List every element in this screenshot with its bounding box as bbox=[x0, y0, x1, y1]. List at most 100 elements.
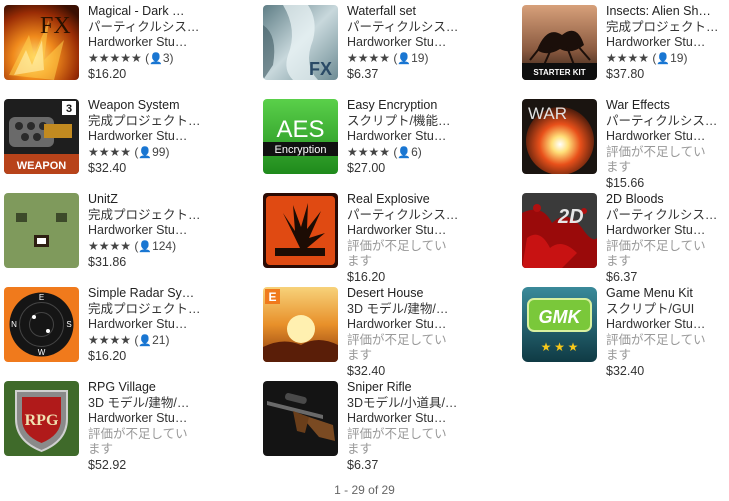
asset-item[interactable]: AES Encryption Easy Encryption スクリプト/機能…… bbox=[263, 98, 473, 179]
asset-title[interactable]: UnitZ bbox=[88, 192, 213, 208]
asset-item[interactable]: GMK ★ ★ ★ Game Menu Kit スクリプト/GUI Hardwork… bbox=[522, 286, 729, 378]
asset-publisher[interactable]: Hardworker Stu… bbox=[88, 223, 213, 239]
asset-title[interactable]: War Effects bbox=[606, 98, 729, 114]
asset-title[interactable]: Real Explosive bbox=[347, 192, 472, 208]
asset-publisher[interactable]: Hardworker Stu… bbox=[347, 129, 472, 145]
asset-title[interactable]: Weapon System bbox=[88, 98, 213, 114]
asset-item[interactable]: 2D 2D Bloods パーティクルシス… Hardworker Stu… 評… bbox=[522, 192, 729, 284]
asset-price: $6.37 bbox=[606, 269, 638, 284]
asset-publisher[interactable]: Hardworker Stu… bbox=[347, 317, 472, 333]
desert-sun-icon[interactable]: E bbox=[263, 287, 338, 362]
svg-text:N: N bbox=[11, 320, 17, 329]
asset-publisher[interactable]: Hardworker Stu… bbox=[347, 411, 472, 427]
svg-text:★: ★ bbox=[568, 340, 579, 354]
waterfall-icon[interactable]: FX bbox=[263, 5, 338, 80]
no-rating-text: 評価が不足しています bbox=[606, 238, 706, 269]
asset-title[interactable]: Insects: Alien Sh… bbox=[606, 4, 729, 20]
rating-count: 21 bbox=[152, 332, 166, 347]
gmk-menu-icon[interactable]: GMK ★ ★ ★ bbox=[522, 287, 597, 362]
aes-encryption-icon[interactable]: AES Encryption bbox=[263, 99, 338, 174]
asset-publisher[interactable]: Hardworker Stu… bbox=[88, 317, 213, 333]
explosion-war-icon[interactable]: WAR bbox=[522, 99, 597, 174]
asset-category[interactable]: パーティクルシス… bbox=[88, 20, 213, 36]
asset-category[interactable]: 完成プロジェクト… bbox=[606, 20, 729, 36]
rating-count: 19 bbox=[670, 50, 684, 65]
fire-fx-icon[interactable]: FX bbox=[4, 5, 79, 80]
asset-item[interactable]: UnitZ 完成プロジェクト… Hardworker Stu… ★★★★ (👤1… bbox=[4, 192, 214, 273]
asset-item[interactable]: Real Explosive パーティクルシス… Hardworker Stu…… bbox=[263, 192, 473, 284]
asset-publisher[interactable]: Hardworker Stu… bbox=[347, 35, 472, 51]
asset-price: $6.37 bbox=[347, 457, 379, 472]
asset-item[interactable]: E Desert House 3D モデル/建物/… Hardworker St… bbox=[263, 286, 473, 378]
blood-2d-icon[interactable]: 2D bbox=[522, 193, 597, 268]
user-icon: 👤 bbox=[149, 52, 163, 65]
asset-category[interactable]: 3D モデル/建物/… bbox=[347, 302, 472, 318]
asset-item[interactable]: WAR War Effects パーティクルシス… Hardworker Stu… bbox=[522, 98, 729, 190]
asset-item[interactable]: FX Magical - Dark … パーティクルシス… Hardworker… bbox=[4, 4, 214, 85]
asset-rating: ★★★★ (👤19) bbox=[606, 50, 688, 65]
asset-price: $32.40 bbox=[606, 363, 645, 378]
asset-title[interactable]: Waterfall set bbox=[347, 4, 472, 20]
rating-stars: ★★★★★ bbox=[88, 50, 142, 65]
asset-item[interactable]: RPG RPG Village 3D モデル/建物/… Hardworker S… bbox=[4, 380, 214, 472]
asset-title[interactable]: Desert House bbox=[347, 286, 472, 302]
asset-category[interactable]: パーティクルシス… bbox=[606, 208, 729, 224]
asset-publisher[interactable]: Hardworker Stu… bbox=[606, 223, 729, 239]
asset-item[interactable]: Sniper Rifle 3Dモデル/小道具/… Hardworker Stu…… bbox=[263, 380, 473, 472]
rating-count: 99 bbox=[152, 144, 166, 159]
rpg-shield-icon[interactable]: RPG bbox=[4, 381, 79, 456]
asset-category[interactable]: 3D モデル/建物/… bbox=[88, 396, 213, 412]
sniper-rifle-icon[interactable] bbox=[263, 381, 338, 456]
user-icon: 👤 bbox=[138, 146, 153, 159]
rating-stars: ★★★★ bbox=[347, 144, 391, 159]
asset-category[interactable]: スクリプト/GUI bbox=[606, 302, 729, 318]
asset-category[interactable]: 完成プロジェクト… bbox=[88, 208, 213, 224]
asset-category[interactable]: 3Dモデル/小道具/… bbox=[347, 396, 472, 412]
asset-category[interactable]: 完成プロジェクト… bbox=[88, 302, 213, 318]
asset-price: $6.37 bbox=[347, 67, 379, 81]
asset-title[interactable]: Game Menu Kit bbox=[606, 286, 729, 302]
rating-count: 6 bbox=[411, 144, 418, 159]
asset-title[interactable]: Sniper Rifle bbox=[347, 380, 472, 396]
svg-text:2D: 2D bbox=[557, 206, 584, 228]
asset-publisher[interactable]: Hardworker Stu… bbox=[88, 35, 213, 51]
asset-price: $32.40 bbox=[347, 363, 386, 378]
asset-title[interactable]: Easy Encryption bbox=[347, 98, 472, 114]
radar-compass-icon[interactable]: E W N S bbox=[4, 287, 79, 362]
no-rating-text: 評価が不足しています bbox=[88, 426, 188, 457]
pagination-text: 1 - 29 of 29 bbox=[334, 483, 395, 497]
user-icon: 👤 bbox=[138, 240, 153, 253]
asset-item[interactable]: FX Waterfall set パーティクルシス… Hardworker St… bbox=[263, 4, 473, 85]
asset-publisher[interactable]: Hardworker Stu… bbox=[606, 129, 729, 145]
asset-category[interactable]: パーティクルシス… bbox=[347, 20, 472, 36]
no-rating-text: 評価が不足しています bbox=[347, 238, 447, 269]
rating-stars: ★★★★ bbox=[347, 50, 391, 65]
rating-stars: ★★★★ bbox=[88, 238, 132, 253]
asset-category[interactable]: パーティクルシス… bbox=[347, 208, 472, 224]
insect-alien-icon[interactable]: STARTER KIT bbox=[522, 5, 597, 80]
asset-category[interactable]: スクリプト/機能… bbox=[347, 114, 472, 130]
svg-text:S: S bbox=[66, 320, 71, 329]
asset-category[interactable]: パーティクルシス… bbox=[606, 114, 729, 130]
asset-price: $15.66 bbox=[606, 175, 645, 190]
asset-rating: ★★★★ (👤19) bbox=[347, 50, 429, 65]
asset-item[interactable]: E W N S Simple Radar Sy… 完成プロジェクト… Hardwork… bbox=[4, 286, 214, 367]
asset-item[interactable]: 3 WEAPON Weapon System 完成プロジェクト… Hardwor… bbox=[4, 98, 214, 179]
asset-price: $27.00 bbox=[347, 161, 386, 175]
asset-title[interactable]: Simple Radar Sy… bbox=[88, 286, 213, 302]
asset-category[interactable]: 完成プロジェクト… bbox=[88, 114, 213, 130]
no-rating-text: 評価が不足しています bbox=[606, 144, 706, 175]
asset-publisher[interactable]: Hardworker Stu… bbox=[347, 223, 472, 239]
asset-publisher[interactable]: Hardworker Stu… bbox=[606, 317, 729, 333]
asset-title[interactable]: Magical - Dark … bbox=[88, 4, 213, 20]
asset-publisher[interactable]: Hardworker Stu… bbox=[606, 35, 729, 51]
asset-title[interactable]: 2D Bloods bbox=[606, 192, 729, 208]
zombie-face-icon[interactable] bbox=[4, 193, 79, 268]
asset-title[interactable]: RPG Village bbox=[88, 380, 213, 396]
asset-publisher[interactable]: Hardworker Stu… bbox=[88, 129, 213, 145]
minigun-icon[interactable]: 3 WEAPON bbox=[4, 99, 79, 174]
asset-rating: ★★★★★ (👤3) bbox=[88, 50, 174, 65]
asset-item[interactable]: STARTER KIT Insects: Alien Sh… 完成プロジェクト…… bbox=[522, 4, 729, 85]
explosive-sign-icon[interactable] bbox=[263, 193, 338, 268]
asset-publisher[interactable]: Hardworker Stu… bbox=[88, 411, 213, 427]
